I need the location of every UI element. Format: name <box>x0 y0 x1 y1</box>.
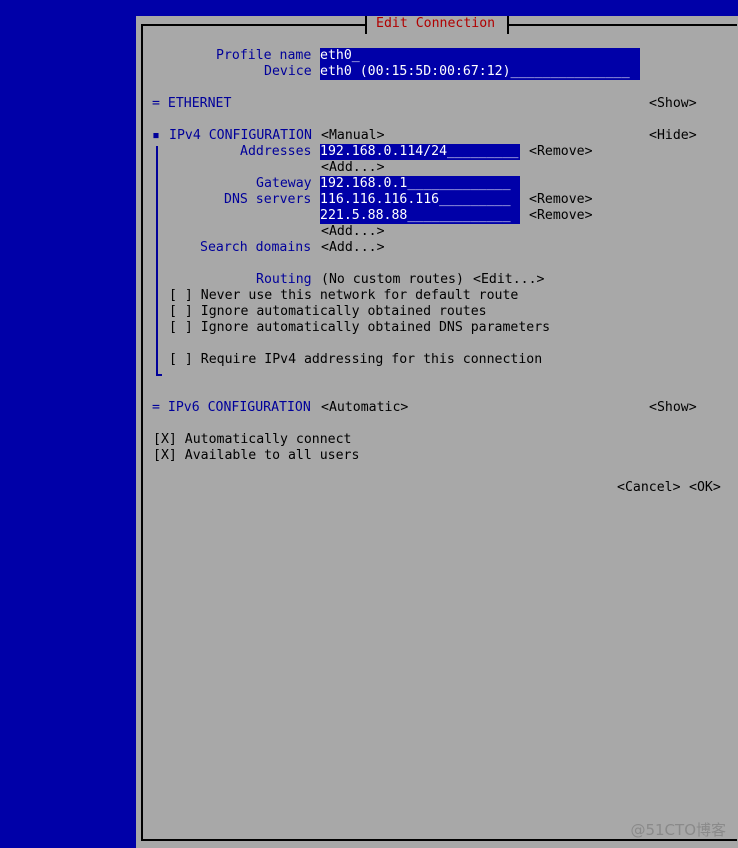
ipv4-method-dropdown[interactable]: <Manual> <box>321 128 385 144</box>
gateway-input[interactable]: 192.168.0.1_____________ <box>320 176 520 192</box>
ignore-auto-dns-checkbox[interactable]: [ ] Ignore automatically obtained DNS pa… <box>169 320 550 336</box>
routing-label: Routing <box>256 272 312 287</box>
address-input[interactable]: 192.168.0.114/24_________ <box>320 144 520 160</box>
dns-remove-button[interactable]: <Remove> <box>529 208 593 224</box>
ethernet-show-button[interactable]: <Show> <box>649 96 697 112</box>
routing-value: (No custom routes) <box>321 272 464 287</box>
ok-button[interactable]: <OK> <box>689 480 721 496</box>
add-search-domain-button[interactable]: <Add...> <box>321 240 385 256</box>
search-domains-label: Search domains <box>200 240 312 255</box>
routing-edit-button[interactable]: <Edit...> <box>473 272 544 288</box>
cancel-button[interactable]: <Cancel> <box>617 480 681 496</box>
ethernet-section-label[interactable]: = ETHERNET <box>152 96 231 112</box>
ipv4-section-label: IPv4 CONFIGURATION <box>169 128 312 143</box>
device-input[interactable]: eth0 (00:15:5D:00:67:12)_______________ <box>320 64 640 80</box>
ipv4-bullet-icon: ▪ <box>152 128 160 143</box>
address-remove-button[interactable]: <Remove> <box>529 144 593 160</box>
device-label: Device <box>264 64 312 79</box>
all-users-checkbox[interactable]: [X] Available to all users <box>153 448 359 464</box>
never-default-route-checkbox[interactable]: [ ] Never use this network for default r… <box>169 288 518 304</box>
dns-server-input[interactable]: 221.5.88.88_____________ <box>320 208 520 224</box>
profile-name-label: Profile name <box>216 48 312 63</box>
dialog-title: Edit Connection <box>376 16 496 31</box>
auto-connect-checkbox[interactable]: [X] Automatically connect <box>153 432 352 448</box>
dns-remove-button[interactable]: <Remove> <box>529 192 593 208</box>
add-dns-button[interactable]: <Add...> <box>321 224 385 240</box>
dns-servers-label: DNS servers <box>224 192 312 207</box>
dialog-title-box: Edit Connection <box>365 16 509 34</box>
dns-server-input[interactable]: 116.116.116.116_________ <box>320 192 520 208</box>
require-ipv4-checkbox[interactable]: [ ] Require IPv4 addressing for this con… <box>169 352 542 368</box>
ipv6-method-dropdown[interactable]: <Automatic> <box>321 400 408 416</box>
ipv4-hide-button[interactable]: <Hide> <box>649 128 697 144</box>
ipv4-section-bracket <box>156 146 158 376</box>
ipv6-section-label: = IPv6 CONFIGURATION <box>152 400 311 415</box>
ipv4-section-bracket-end <box>156 374 162 376</box>
gateway-label: Gateway <box>256 176 312 191</box>
addresses-label: Addresses <box>240 144 312 159</box>
add-address-button[interactable]: <Add...> <box>321 160 385 176</box>
ipv6-show-button[interactable]: <Show> <box>649 400 697 416</box>
ignore-auto-routes-checkbox[interactable]: [ ] Ignore automatically obtained routes <box>169 304 487 320</box>
watermark: @51CTO博客 <box>630 821 726 839</box>
profile-name-input[interactable]: eth0_ <box>320 48 640 64</box>
